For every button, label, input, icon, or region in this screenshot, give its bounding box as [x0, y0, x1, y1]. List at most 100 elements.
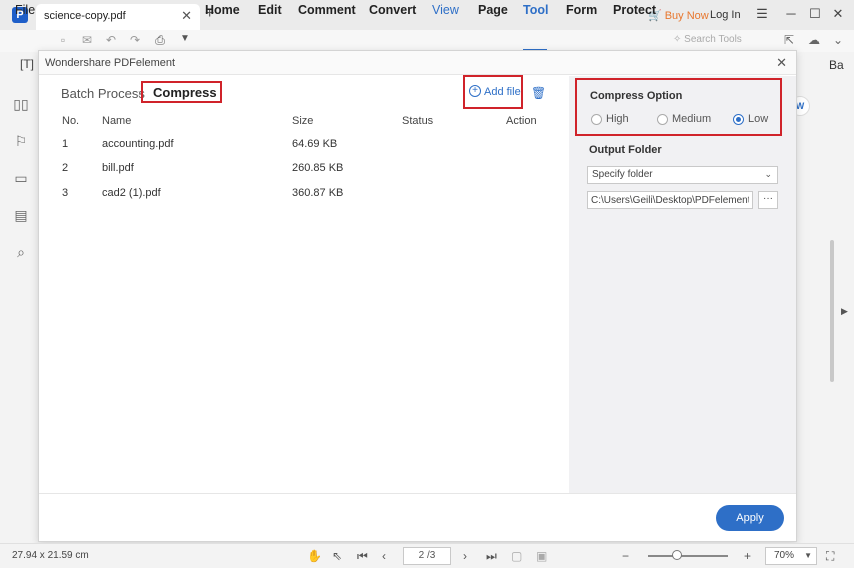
- menu-icon[interactable]: ☰: [754, 6, 770, 22]
- browse-folder-button[interactable]: ···: [758, 191, 778, 209]
- hand-tool-icon[interactable]: ✋: [307, 549, 322, 563]
- fit-width-icon[interactable]: ▣: [536, 549, 547, 563]
- menu-edit[interactable]: Edit: [258, 3, 282, 17]
- add-file-label: Add file: [484, 86, 521, 98]
- zoom-select[interactable]: 70% ▼: [765, 547, 817, 565]
- radio-high-label[interactable]: High: [606, 113, 629, 125]
- right-toolbar-fragment[interactable]: Ba: [829, 58, 844, 72]
- apply-button[interactable]: Apply: [716, 505, 784, 531]
- quick-access-dropdown-icon[interactable]: ▼: [178, 33, 192, 47]
- chevron-down-icon: ⌄: [764, 169, 772, 179]
- options-pane: Compress Option High Medium Low Output F…: [569, 76, 796, 493]
- compress-option-group: Compress Option High Medium Low: [575, 78, 782, 136]
- document-tab-label: science-copy.pdf: [44, 10, 126, 22]
- breadcrumb-compress: Compress: [153, 85, 217, 100]
- row-size: 260.85 KB: [292, 162, 344, 174]
- menu-tool[interactable]: Tool: [523, 3, 548, 17]
- search-tools[interactable]: ✧ Search Tools: [673, 34, 742, 45]
- radio-low-label[interactable]: Low: [748, 113, 768, 125]
- row-size: 64.69 KB: [292, 138, 338, 150]
- menu-protect[interactable]: Protect: [613, 3, 656, 17]
- page-dimensions: 27.94 x 21.59 cm: [12, 550, 89, 561]
- zoom-slider-track[interactable]: [648, 555, 728, 557]
- print-icon[interactable]: ⎙: [153, 33, 167, 47]
- minimize-icon[interactable]: ─: [783, 6, 799, 21]
- radio-high[interactable]: [591, 114, 602, 125]
- fullscreen-icon[interactable]: ⛶: [826, 549, 834, 564]
- scrollbar[interactable]: [830, 240, 834, 382]
- undo-icon[interactable]: ↶: [104, 33, 118, 47]
- document-tab[interactable]: science-copy.pdf ✕: [36, 4, 200, 30]
- fit-page-icon[interactable]: ▢: [511, 549, 522, 563]
- output-path-field[interactable]: [587, 191, 753, 209]
- prev-page-icon[interactable]: ‹: [382, 549, 386, 563]
- text-select-icon[interactable]: [T]: [20, 57, 34, 71]
- radio-low[interactable]: [733, 114, 744, 125]
- buy-now-link[interactable]: 🛒 Buy Now: [648, 9, 709, 22]
- menu-view[interactable]: View: [432, 3, 459, 17]
- redo-icon[interactable]: ↷: [128, 33, 142, 47]
- first-page-icon[interactable]: ⏮: [357, 549, 368, 564]
- radio-medium[interactable]: [657, 114, 668, 125]
- zoom-out-icon[interactable]: −: [622, 549, 629, 563]
- select-tool-icon[interactable]: ⇖: [332, 549, 342, 563]
- share-icon[interactable]: ⇱: [784, 33, 794, 47]
- buy-now-label: Buy Now: [664, 10, 709, 22]
- add-circle-icon: +: [469, 85, 481, 97]
- save-icon[interactable]: ▫: [56, 33, 70, 47]
- page-number-field[interactable]: 2 /3: [403, 547, 451, 565]
- chevron-down-icon: ▼: [804, 551, 812, 560]
- dialog-title: Wondershare PDFelement: [45, 57, 176, 69]
- expand-ribbon-icon[interactable]: ⌄: [833, 33, 843, 47]
- cloud-upload-icon[interactable]: ☁: [808, 33, 820, 47]
- comment-icon[interactable]: ▭: [12, 170, 30, 188]
- maximize-icon[interactable]: ☐: [807, 6, 823, 22]
- search-tools-placeholder: Search Tools: [684, 34, 742, 45]
- batch-process-dialog: Wondershare PDFelement ✕ Batch Process ›…: [38, 50, 797, 542]
- close-window-icon[interactable]: ✕: [830, 6, 846, 22]
- row-no: 3: [62, 187, 69, 199]
- zoom-in-icon[interactable]: +: [744, 549, 751, 563]
- col-header-no: No.: [62, 115, 80, 127]
- menu-page[interactable]: Page: [478, 3, 508, 17]
- dialog-footer: Apply: [39, 493, 796, 541]
- row-size: 360.87 KB: [292, 187, 344, 199]
- search-icon[interactable]: ⌕: [12, 244, 30, 262]
- compress-option-title: Compress Option: [590, 90, 683, 102]
- menu-comment[interactable]: Comment: [298, 3, 356, 17]
- next-page-icon[interactable]: ›: [463, 549, 467, 563]
- zoom-slider-handle[interactable]: [672, 550, 682, 560]
- row-name: cad2 (1).pdf: [102, 187, 161, 199]
- attachment-icon[interactable]: ▤: [12, 207, 30, 225]
- menu-form[interactable]: Form: [566, 3, 597, 17]
- status-bar: 27.94 x 21.59 cm ✋ ⇖ ⏮ ‹ 2 /3 › ⏭ ▢ ▣ − …: [0, 543, 854, 568]
- menu-file[interactable]: File: [15, 3, 35, 17]
- row-no: 2: [62, 162, 69, 174]
- add-file-button[interactable]: + Add file: [463, 75, 523, 109]
- trash-icon[interactable]: 🗑: [531, 86, 546, 100]
- breadcrumb-current: Compress: [141, 81, 222, 103]
- thumbnails-icon[interactable]: ▯▯: [12, 96, 30, 114]
- col-header-action: Action: [506, 115, 537, 127]
- search-tools-icon: ✧: [673, 34, 682, 45]
- output-folder-title: Output Folder: [589, 144, 662, 156]
- menu-convert[interactable]: Convert: [369, 3, 416, 17]
- row-name: accounting.pdf: [102, 138, 174, 150]
- output-folder-select[interactable]: Specify folder ⌄: [587, 166, 778, 184]
- col-header-name: Name: [102, 115, 132, 127]
- email-icon[interactable]: ✉: [80, 33, 94, 47]
- login-link[interactable]: Log In: [710, 9, 741, 21]
- last-page-icon[interactable]: ⏭: [486, 549, 497, 564]
- col-header-size: Size: [292, 115, 314, 127]
- row-no: 1: [62, 138, 69, 150]
- row-name: bill.pdf: [102, 162, 134, 174]
- radio-medium-label[interactable]: Medium: [672, 113, 711, 125]
- close-tab-icon[interactable]: ✕: [181, 8, 192, 24]
- zoom-value: 70%: [774, 550, 795, 561]
- dialog-close-icon[interactable]: ✕: [776, 55, 787, 71]
- menu-home[interactable]: Home: [205, 3, 240, 17]
- expand-panel-icon[interactable]: ▶: [841, 306, 848, 317]
- bookmark-icon[interactable]: ⚐: [12, 133, 30, 151]
- breadcrumb-batch-process[interactable]: Batch Process: [61, 86, 145, 101]
- output-folder-select-value: Specify folder: [592, 169, 653, 180]
